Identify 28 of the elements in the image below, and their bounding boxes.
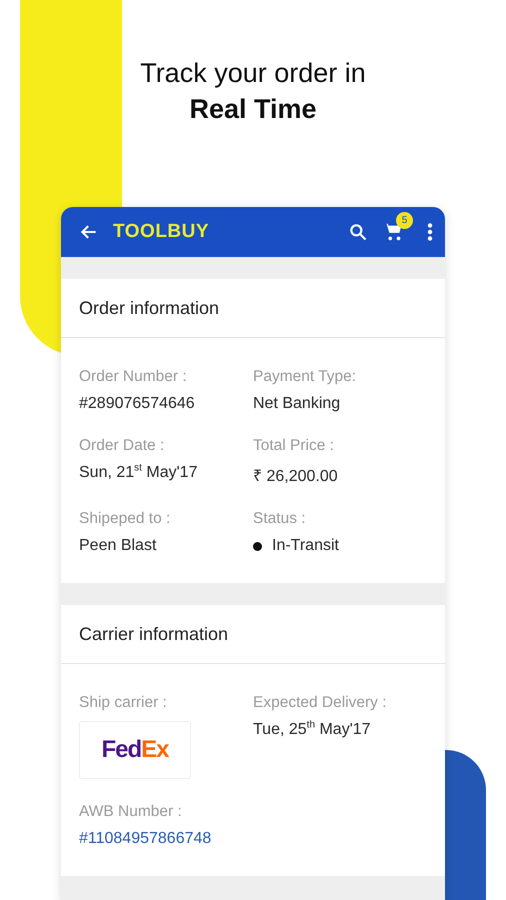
status-value: In-Transit (272, 537, 339, 555)
app-logo: TOOLBUY (113, 221, 210, 243)
cart-count-badge: 5 (396, 212, 413, 229)
field-label: AWB Number : (79, 803, 183, 821)
field-label: Ship carrier : (79, 694, 168, 712)
headline: Real Time (188, 93, 318, 126)
headline: Track your order in (140, 57, 366, 90)
field-value: Peen Blast (79, 537, 158, 555)
card-title: Order information (61, 279, 445, 338)
field-value: ₹ 26,200.00 (253, 467, 339, 486)
field-label: Total Price : (253, 437, 335, 455)
search-icon[interactable] (348, 222, 368, 242)
field-label: Payment Type: (253, 368, 358, 386)
carrier-logo: FedEx (79, 721, 191, 779)
field-label: Shipeped to : (79, 510, 172, 528)
field-value: Tue, 25$^{th}$ May'17 (253, 721, 372, 739)
status-dot-icon (253, 542, 262, 550)
field-value: Net Banking (253, 395, 342, 413)
field-value: #289076574646 (79, 395, 196, 413)
field-label: Order Number : (79, 368, 188, 386)
awb-link[interactable]: #11084957866748 (79, 830, 253, 848)
field-label: Status : (253, 510, 307, 528)
field-label: Order Date : (79, 437, 166, 455)
field-label: Expected Delivery : (253, 694, 388, 712)
card-title: Carrier information (61, 605, 445, 664)
cart-button[interactable]: 5 (382, 212, 413, 243)
more-menu-icon[interactable] (427, 223, 433, 241)
field-value: Sun, 21$^{st}$ May'17 (79, 464, 198, 482)
